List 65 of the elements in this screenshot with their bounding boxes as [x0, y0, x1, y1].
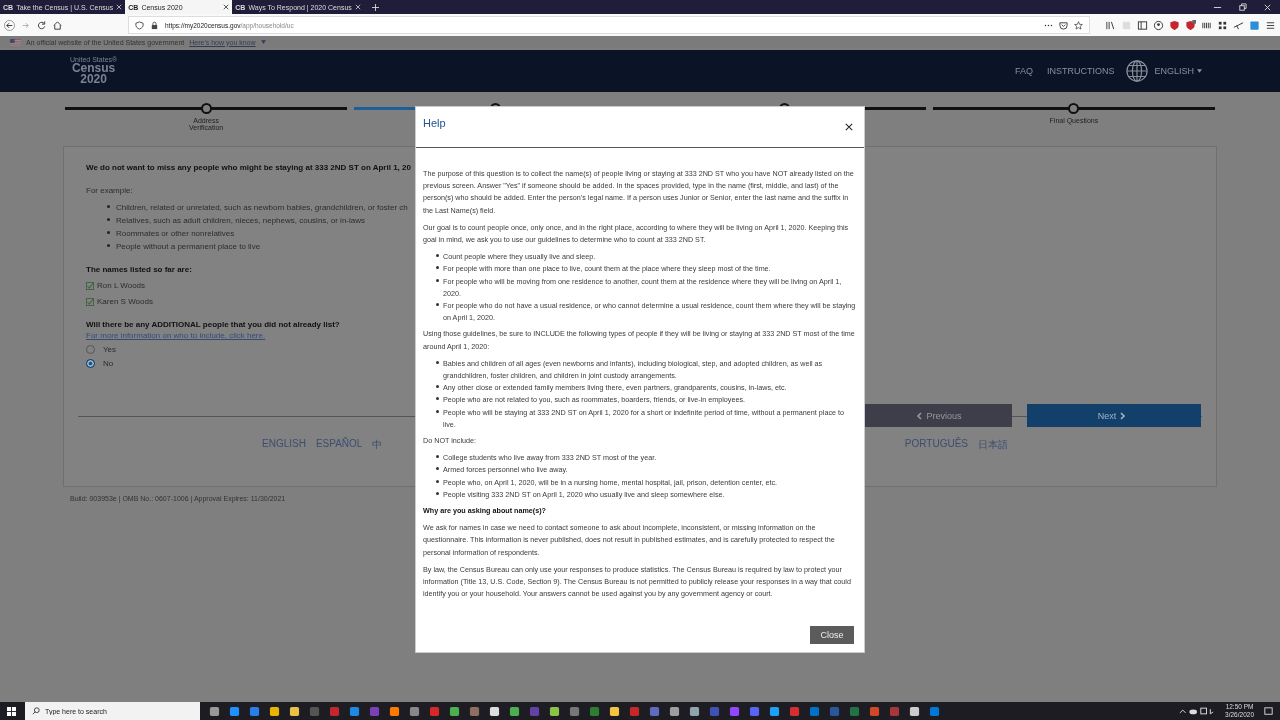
menu-icon[interactable]: [1265, 19, 1276, 31]
app-icon[interactable]: [549, 705, 560, 717]
chevron-right-icon: [1120, 412, 1127, 421]
person-name: Ron L Woods: [97, 281, 146, 290]
app-icon[interactable]: [909, 705, 920, 717]
option-label: No: [103, 359, 114, 368]
shield-extension-icon[interactable]: [1185, 19, 1196, 31]
reload-icon[interactable]: [36, 19, 47, 31]
option-label: Yes: [103, 345, 117, 354]
lock-icon: [150, 20, 159, 30]
app-icon[interactable]: [269, 705, 280, 717]
step-marker: [1068, 103, 1080, 114]
library-icon[interactable]: [1105, 19, 1116, 31]
names-heading: The names listed so far are:: [86, 265, 192, 274]
radio-button[interactable]: [86, 359, 95, 368]
app-icon[interactable]: [769, 705, 780, 717]
caret-icon[interactable]: [1197, 69, 1202, 73]
search-icon: [32, 707, 40, 715]
close-icon[interactable]: [223, 4, 230, 10]
app-icon[interactable]: [609, 705, 620, 717]
question-text: We do not want to miss any people who might be staying at 333 2ND ST on April 1, 20: [86, 163, 411, 172]
nav-link[interactable]: INSTRUCTIONS: [1047, 66, 1115, 76]
restore-icon[interactable]: [1238, 2, 1247, 12]
app-icon[interactable]: [289, 705, 300, 717]
new-tab-icon[interactable]: [371, 3, 379, 11]
person-name: Karen S Woods: [97, 297, 153, 306]
app-icon[interactable]: [509, 705, 520, 717]
example-item: People without a permanent place to live: [106, 240, 408, 253]
account-icon[interactable]: [1153, 19, 1164, 31]
windows-icon[interactable]: [7, 706, 16, 716]
close-icon[interactable]: [845, 123, 853, 131]
grid-icon[interactable]: [1217, 19, 1228, 31]
app-icon[interactable]: [489, 705, 500, 717]
notification-icon[interactable]: [1263, 705, 1274, 717]
back-icon[interactable]: [4, 19, 15, 31]
previous-button[interactable]: Previous: [862, 404, 1012, 427]
language-menu[interactable]: ENGLISH: [1154, 66, 1194, 76]
home-icon[interactable]: [52, 19, 63, 31]
next-button[interactable]: Next: [1027, 404, 1201, 427]
shield-extension-icon[interactable]: [1169, 19, 1180, 31]
checked-checkbox[interactable]: [86, 297, 94, 306]
shield-icon[interactable]: [135, 20, 144, 30]
example-item: Relatives, such as adult children, nieces, nephews, cousins, or in-laws: [106, 214, 408, 227]
app-icon[interactable]: [669, 705, 680, 717]
app-icon[interactable]: [689, 705, 700, 717]
example-item: Children, related or unrelated, such as newborn babies, grandchildren, or foster ch: [106, 201, 408, 214]
chevron-left-icon: [916, 412, 923, 421]
globe-icon[interactable]: [1126, 60, 1149, 82]
step-marker: [200, 103, 212, 114]
app-icon[interactable]: [389, 705, 400, 717]
close-button[interactable]: Close: [810, 625, 854, 644]
example-item: Roommates or other nonrelatives: [106, 227, 408, 240]
dialog-title: Help: [423, 117, 446, 129]
caret-icon[interactable]: [260, 40, 266, 44]
example-label: For example:: [86, 186, 133, 195]
sidebar-icon[interactable]: [1137, 19, 1148, 31]
app-icon[interactable]: [449, 705, 460, 717]
app-icon[interactable]: [229, 705, 240, 717]
nav-link[interactable]: FAQ: [1014, 66, 1033, 76]
pocket-icon[interactable]: [1059, 20, 1068, 30]
checked-checkbox[interactable]: [86, 281, 94, 290]
star-icon[interactable]: [1074, 20, 1083, 30]
question-text: Will there be any ADDITIONAL people that you did not already list?: [86, 320, 340, 329]
app-icon[interactable]: [209, 705, 220, 717]
flag-icon: [10, 38, 21, 46]
